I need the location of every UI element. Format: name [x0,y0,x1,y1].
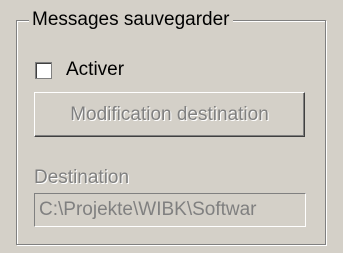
activate-checkbox[interactable] [35,61,52,79]
messages-settings-panel: Messages sauvegarder Activer Modificatio… [0,0,343,253]
modify-destination-button[interactable]: Modification destination [34,92,305,137]
modify-destination-button-label: Modification destination [70,103,269,125]
destination-field[interactable]: C:\Projekte\WIBK\Softwar [34,193,306,227]
activate-checkbox-row[interactable]: Activer [35,57,124,83]
groupbox-title: Messages sauvegarder [29,8,233,32]
destination-label: Destination [34,167,130,188]
activate-checkbox-label[interactable]: Activer [66,58,124,82]
